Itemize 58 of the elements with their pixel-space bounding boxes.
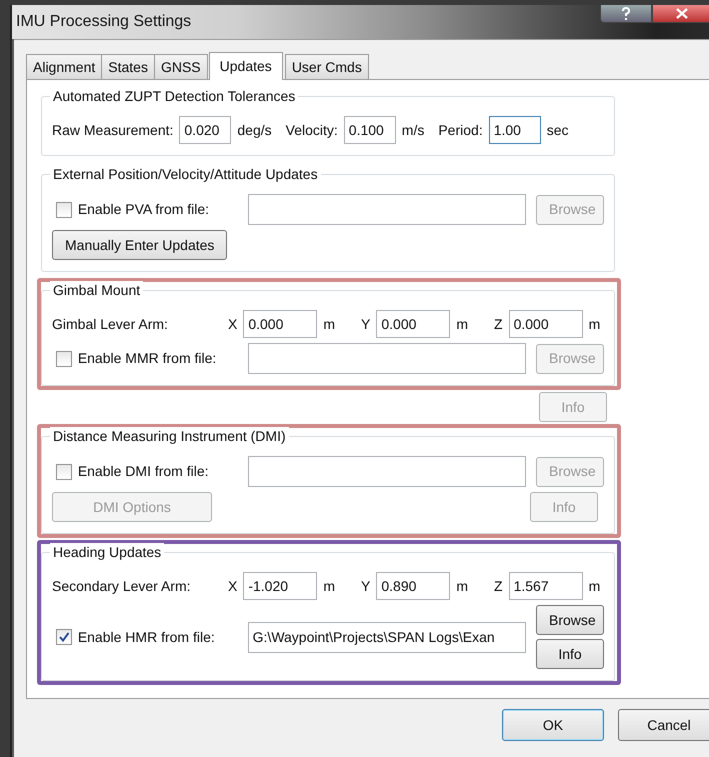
field-label: Velocity: xyxy=(286,120,338,140)
field-label: Secondary Lever Arm: xyxy=(52,576,192,596)
window-title: IMU Processing Settings xyxy=(16,12,192,32)
axis-label: Y xyxy=(361,314,370,334)
input-field[interactable]: 0.020 xyxy=(179,116,232,144)
button[interactable]: Browse xyxy=(536,605,604,635)
axis-label: X xyxy=(228,314,238,334)
input-field[interactable]: 0.000 xyxy=(376,310,450,338)
group-title: Distance Measuring Instrument (DMI) xyxy=(50,427,289,445)
input-field[interactable]: 0.000 xyxy=(508,310,583,338)
checkbox-label: Enable MMR from file: xyxy=(78,349,218,368)
unit-label: sec xyxy=(546,120,568,140)
axis-label: Z xyxy=(494,576,503,596)
unit-label: m xyxy=(456,576,468,596)
button[interactable]: Manually Enter Updates xyxy=(52,230,228,260)
field-label: Gimbal Lever Arm: xyxy=(52,314,169,334)
close-button[interactable] xyxy=(652,5,709,23)
field-label: Raw Measurement: xyxy=(52,120,174,140)
tab[interactable]: Alignment xyxy=(26,54,102,79)
unit-label: m xyxy=(588,314,600,334)
tab[interactable]: User Cmds xyxy=(284,54,369,79)
tab[interactable]: GNSS xyxy=(154,54,208,79)
checkbox-label: Enable HMR from file: xyxy=(78,628,216,646)
unit-label: m xyxy=(588,576,600,596)
tab[interactable]: Updates xyxy=(208,52,283,80)
field-label: Period: xyxy=(438,120,483,140)
unit-label: m xyxy=(323,576,336,596)
unit-label: deg/s xyxy=(237,120,272,140)
group-title: Heading Updates xyxy=(50,543,164,561)
button[interactable]: Info xyxy=(536,639,604,669)
input-field[interactable] xyxy=(248,194,526,225)
input-field[interactable]: 0.890 xyxy=(376,572,450,600)
checkbox[interactable] xyxy=(56,350,72,366)
checkbox[interactable] xyxy=(56,202,72,218)
unit-label: m xyxy=(323,314,336,334)
input-field[interactable] xyxy=(248,343,526,374)
axis-label: Y xyxy=(361,576,370,596)
input-field[interactable]: 1.00 xyxy=(488,116,541,144)
help-icon xyxy=(621,6,631,20)
checkbox-label: Enable PVA from file: xyxy=(78,200,210,219)
close-icon xyxy=(676,8,688,19)
checkbox-label: Enable DMI from file: xyxy=(78,462,210,481)
input-field[interactable]: G:\Waypoint\Projects\SPAN Logs\Exan xyxy=(248,622,526,652)
help-button[interactable] xyxy=(600,5,652,23)
tab[interactable]: States xyxy=(101,54,155,79)
axis-label: Z xyxy=(494,314,503,334)
axis-label: X xyxy=(228,576,238,596)
checkbox[interactable] xyxy=(56,629,72,645)
button[interactable]: OK xyxy=(502,709,604,741)
unit-label: m/s xyxy=(402,120,424,140)
input-field[interactable]: 1.567 xyxy=(508,572,583,600)
checkbox[interactable] xyxy=(56,464,72,480)
unit-label: m xyxy=(456,314,468,334)
input-field[interactable]: 0.000 xyxy=(243,310,318,338)
button[interactable]: Cancel xyxy=(618,709,709,741)
input-field[interactable]: 0.100 xyxy=(344,116,396,144)
input-field[interactable] xyxy=(248,456,526,487)
input-field[interactable]: -1.020 xyxy=(243,572,318,600)
